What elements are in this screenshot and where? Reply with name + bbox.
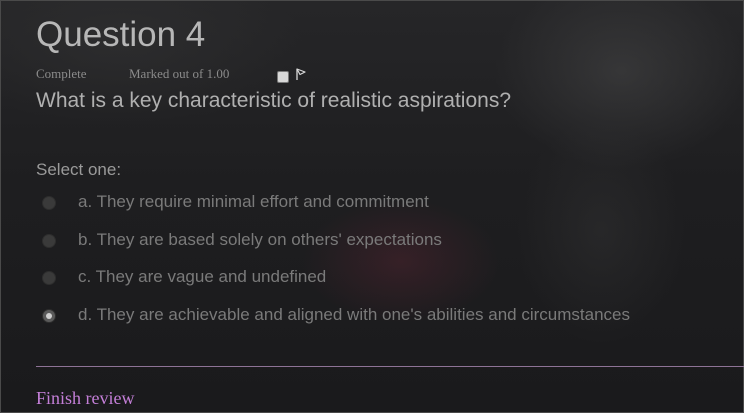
answer-label-b[interactable]: b. They are based solely on others' expe… [78,230,442,250]
flag-icon[interactable] [295,68,307,81]
answer-option-b[interactable]: b. They are based solely on others' expe… [41,230,681,250]
answer-label-a[interactable]: a. They require minimal effort and commi… [78,192,429,212]
answer-label-c[interactable]: c. They are vague and undefined [78,267,326,287]
question-status: Complete [36,66,87,81]
quiz-review-panel: Question 4 Complete Marked out of 1.00 W… [0,0,744,413]
answer-radio-b[interactable] [42,234,56,248]
answer-option-a[interactable]: a. They require minimal effort and commi… [41,192,681,212]
answer-radio-a[interactable] [42,196,56,210]
question-marks: Marked out of 1.00 [129,66,230,81]
answer-option-d[interactable]: d. They are achievable and aligned with … [41,305,681,325]
section-divider [36,366,744,367]
answer-radio-d[interactable] [42,309,56,323]
select-one-prompt: Select one: [36,160,122,179]
finish-review-link[interactable]: Finish review [36,388,135,409]
answer-option-c[interactable]: c. They are vague and undefined [41,267,681,287]
question-number-heading: Question 4 [36,15,206,54]
answer-radio-c[interactable] [42,271,56,285]
question-text: What is a key characteristic of realisti… [36,89,512,112]
flag-question-checkbox[interactable] [277,71,289,83]
answer-label-d[interactable]: d. They are achievable and aligned with … [78,305,630,325]
